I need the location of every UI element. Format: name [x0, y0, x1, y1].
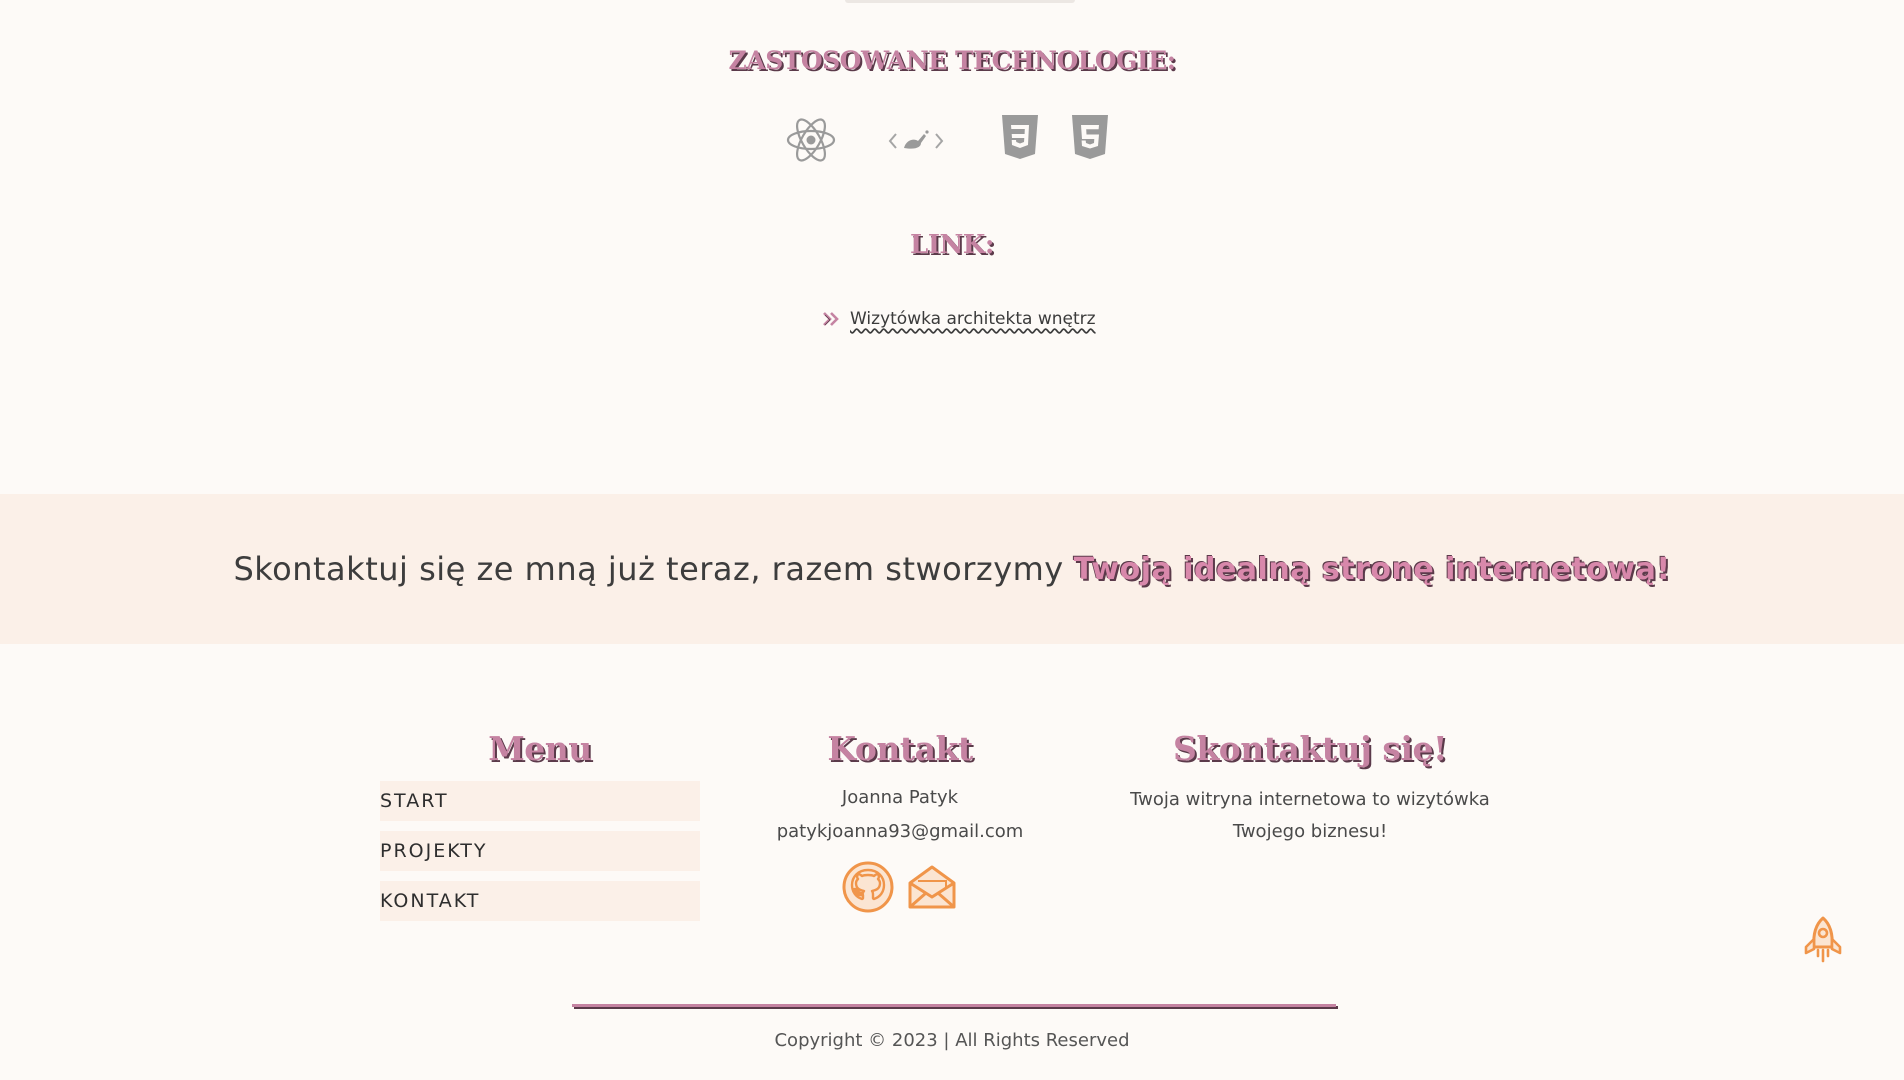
- react-icon: [786, 118, 836, 162]
- cta-text: Skontaktuj się ze mną już teraz, razem s…: [233, 550, 1064, 588]
- reach-out-line-1: Twoja witryna internetowa to wizytówka: [1130, 789, 1490, 810]
- technologies-icons: [760, 114, 1160, 174]
- styled-components-icon: [888, 130, 944, 149]
- project-link-item: Wizytówka architekta wnętrz: [822, 306, 1096, 332]
- contact-name: Joanna Patyk: [841, 787, 959, 808]
- rocket-icon: [1804, 916, 1842, 963]
- footer-contact-title: Kontakt: [827, 729, 973, 768]
- contact-email: patykjoanna93@gmail.com: [776, 821, 1024, 842]
- cta-band: Skontaktuj się ze mną już teraz, razem s…: [0, 494, 1904, 644]
- email-link[interactable]: [906, 861, 958, 917]
- footer-menu-start[interactable]: START: [380, 781, 700, 821]
- technologies-title: ZASTOSOWANE TECHNOLOGIE:: [728, 46, 1176, 75]
- footer-menu: Menu START PROJEKTY KONTAKT: [380, 727, 700, 921]
- footer-menu-title: Menu: [488, 729, 592, 768]
- footer-menu-contact[interactable]: KONTAKT: [380, 881, 700, 921]
- footer-divider: [572, 1004, 1336, 1007]
- page: ZASTOSOWANE TECHNOLOGIE: LINK: Wizytówka…: [0, 0, 1904, 1080]
- github-link[interactable]: [842, 861, 894, 917]
- cta-accent-text: Twoją idealną stronę internetową!: [1073, 551, 1671, 587]
- project-link[interactable]: Wizytówka architekta wnętrz: [850, 309, 1096, 329]
- top-card-edge: [845, 0, 1075, 3]
- double-chevron-right-icon: [823, 312, 839, 326]
- footer-contact: Kontakt Joanna Patyk patykjoanna93@gmail…: [740, 727, 1060, 917]
- scroll-to-top-button[interactable]: [1800, 915, 1846, 971]
- contact-icons: [740, 861, 1060, 917]
- mail-icon: [908, 865, 956, 909]
- footer-reach-out-title: Skontaktuj się!: [1173, 729, 1447, 768]
- footer-reach-out: Skontaktuj się! Twoja witryna internetow…: [1110, 727, 1510, 848]
- html5-icon: [1072, 115, 1108, 159]
- footer-menu-projects[interactable]: PROJEKTY: [380, 831, 700, 871]
- reach-out-description: Twoja witryna internetowa to wizytówka T…: [1110, 784, 1510, 848]
- reach-out-line-2: Twojego biznesu!: [1232, 821, 1388, 842]
- copyright-text: Copyright © 2023 | All Rights Reserved: [774, 1030, 1130, 1051]
- github-icon: [842, 861, 894, 913]
- css3-icon: [1002, 115, 1038, 159]
- link-section-title: LINK:: [910, 230, 994, 260]
